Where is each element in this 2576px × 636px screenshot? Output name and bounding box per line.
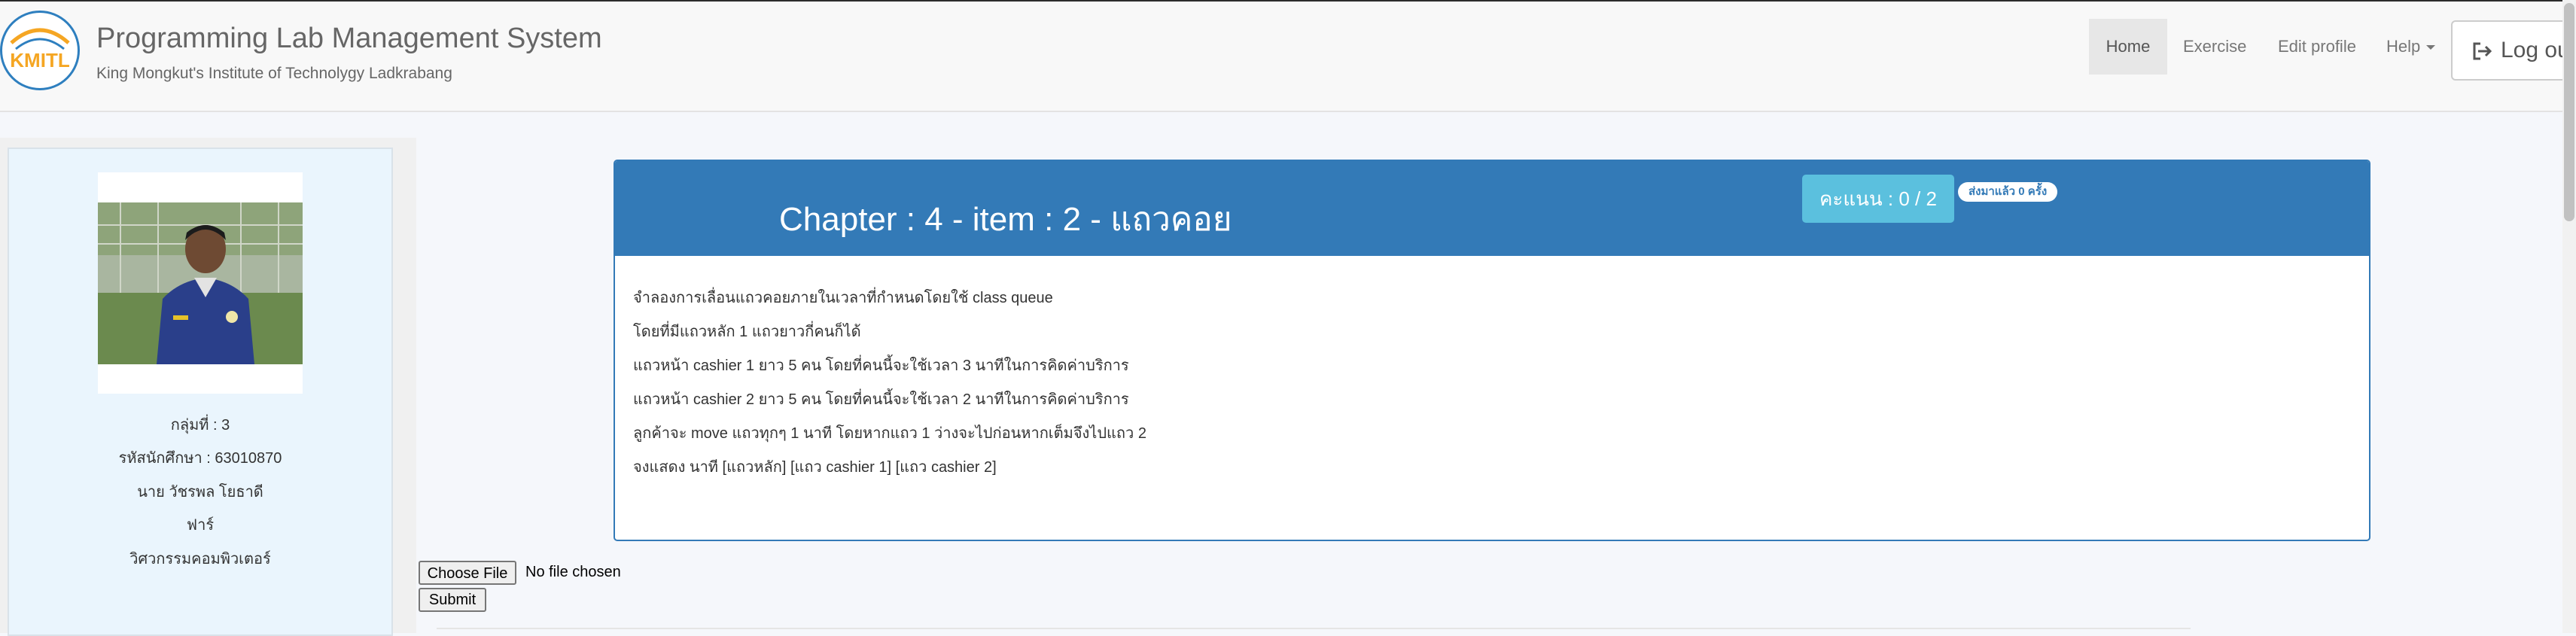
exercise-panel-header: Chapter : 4 - item : 2 - แถวคอย คะแนน : … xyxy=(615,161,2369,256)
description-line: จงแสดง นาที [แถวหลัก] [แถว cashier 1] [แ… xyxy=(633,459,997,476)
logo-text: KMITL xyxy=(10,49,70,72)
profile-student-id: รหัสนักศึกษา : 63010870 xyxy=(118,450,282,467)
description-line: โดยที่มีแถวหลัก 1 แถวยาวกี่คนก็ได้ xyxy=(633,324,861,340)
choose-file-button[interactable]: Choose File xyxy=(419,561,516,585)
nav-exercise[interactable]: Exercise xyxy=(2183,19,2246,75)
exercise-panel: Chapter : 4 - item : 2 - แถวคอย คะแนน : … xyxy=(614,160,2370,541)
profile-faculty: วิศวกรรมคอมพิวเตอร์ xyxy=(129,551,271,568)
institute-subtitle: King Mongkut's Institute of Technolygy L… xyxy=(96,65,452,82)
profile-photo xyxy=(98,202,303,364)
profile-card: กลุ่มที่ : 3 รหัสนักศึกษา : 63010870 นาย… xyxy=(8,148,393,636)
description-line: แถวหน้า cashier 2 ยาว 5 คน โดยที่คนนี้จะ… xyxy=(633,391,1129,408)
divider xyxy=(437,628,2191,629)
app-title[interactable]: Programming Lab Management System xyxy=(96,23,602,55)
navbar: KMITL Programming Lab Management System … xyxy=(0,2,2576,112)
description-line: ลูกค้าจะ move แถวทุกๆ 1 นาที โดยหากแถว 1… xyxy=(633,425,1146,442)
file-status-text: No file chosen xyxy=(525,564,621,580)
submit-button[interactable]: Submit xyxy=(419,588,486,612)
nav-home[interactable]: Home xyxy=(2089,19,2167,75)
kmitl-logo[interactable]: KMITL xyxy=(0,11,80,90)
profile-name: นาย วัชรพล โยธาดี xyxy=(137,484,263,501)
caret-down-icon xyxy=(2426,45,2436,50)
description-line: แถวหน้า cashier 1 ยาว 5 คน โดยที่คนนี้จะ… xyxy=(633,358,1129,374)
profile-photo-frame xyxy=(98,172,303,394)
nav-help-label: Help xyxy=(2386,37,2421,56)
profile-group: กลุ่มที่ : 3 xyxy=(170,417,230,434)
nav-edit-profile[interactable]: Edit profile xyxy=(2278,19,2356,75)
exercise-title: Chapter : 4 - item : 2 - แถวคอย xyxy=(779,201,1232,238)
scrollbar-thumb[interactable] xyxy=(2564,3,2574,221)
submission-count-badge: ส่งมาแล้ว 0 ครั้ง xyxy=(1958,182,2058,202)
score-badge: คะแนน : 0 / 2 xyxy=(1802,175,1954,223)
nav-help-dropdown[interactable]: Help xyxy=(2386,19,2436,75)
logout-button[interactable]: Log out xyxy=(2451,20,2576,81)
description-line: จำลองการเลื่อนแถวคอยภายในเวลาที่กำหนดโดย… xyxy=(633,290,1053,306)
profile-nickname: ฟาร์ xyxy=(186,517,215,534)
logout-icon xyxy=(2471,40,2493,62)
